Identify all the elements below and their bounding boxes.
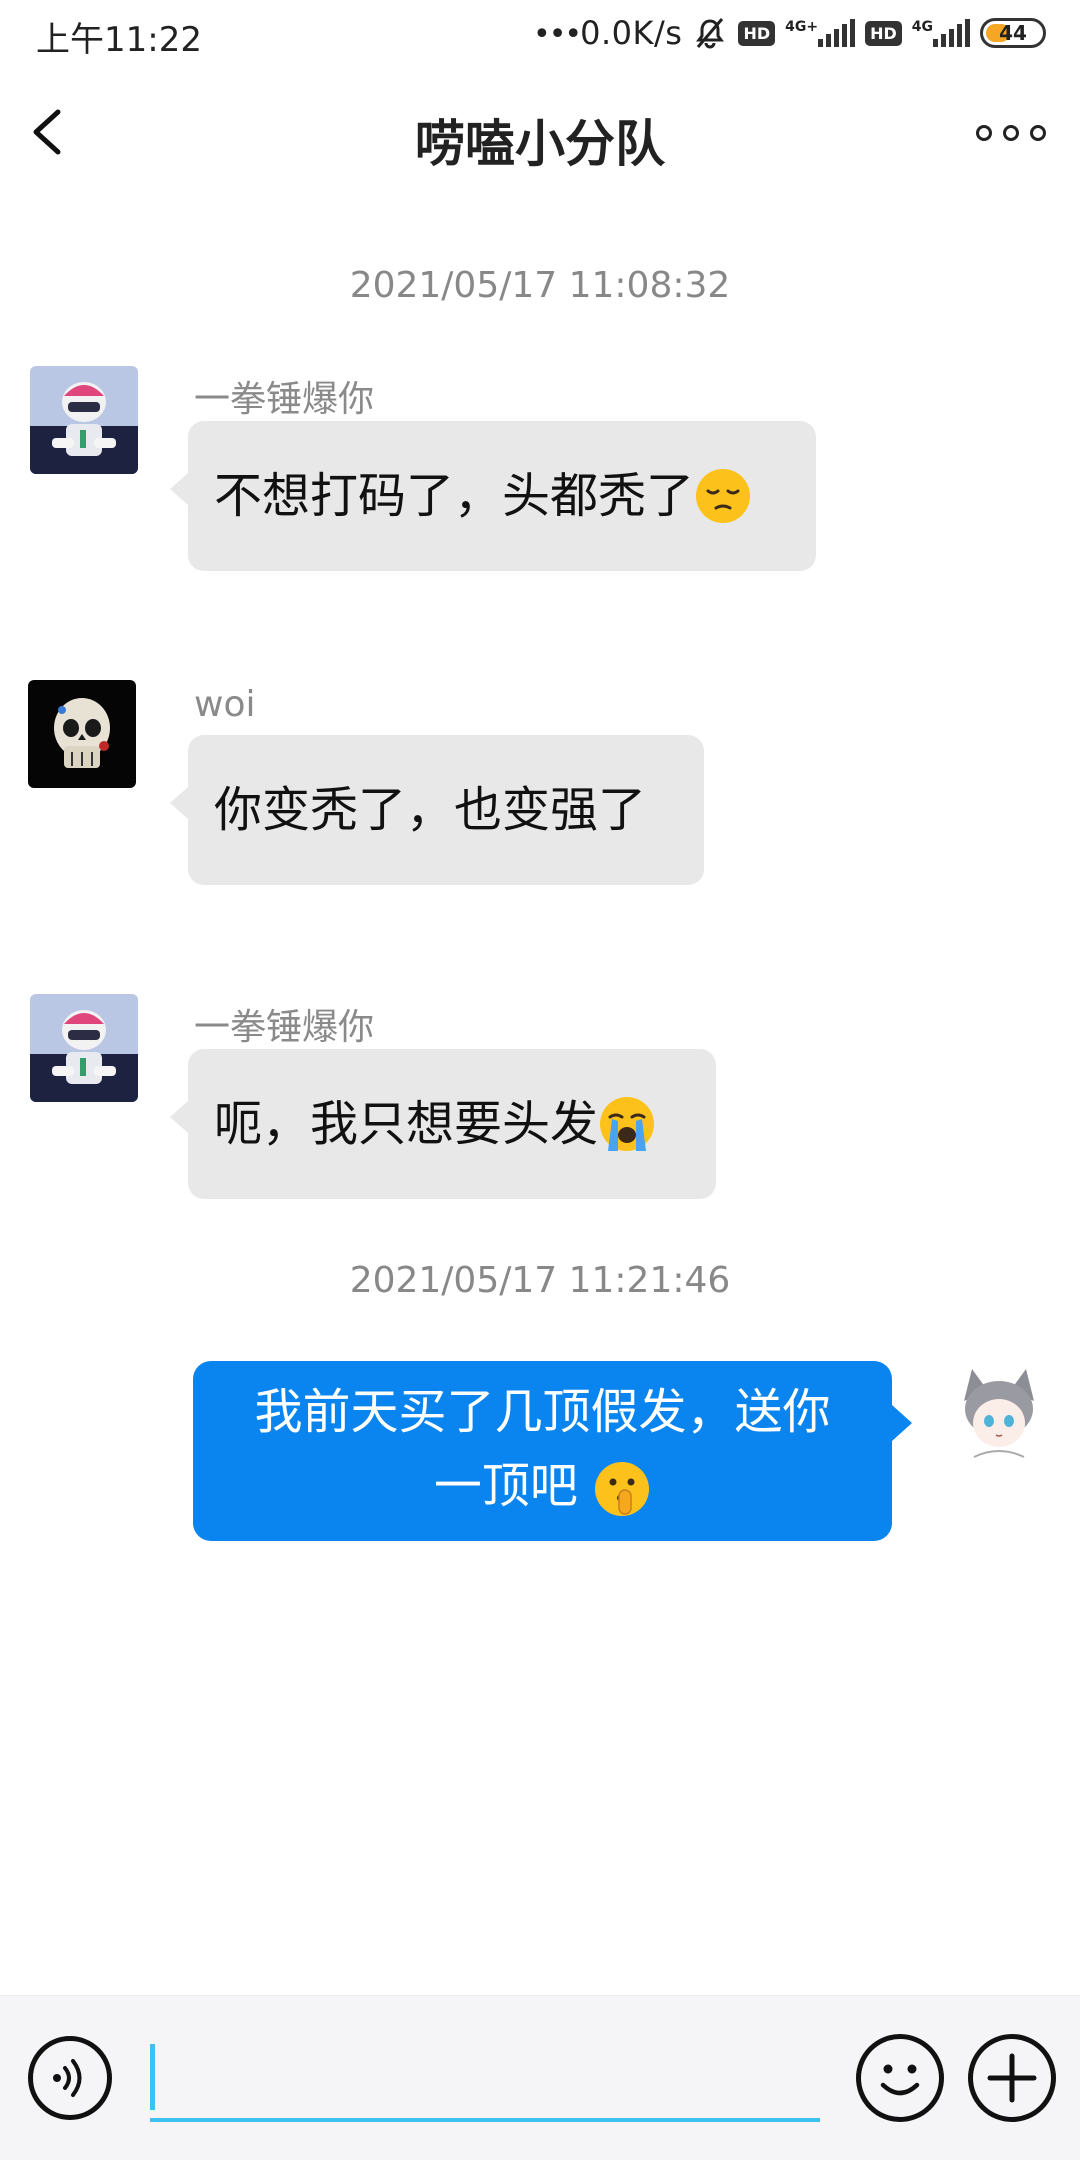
message-timestamp: 2021/05/17 11:21:46 [349,1260,731,1301]
shushing-face-icon [595,1462,650,1516]
message-text-line2: 一顶吧 [223,1449,862,1523]
avatar-self[interactable] [944,1361,1054,1471]
hd-badge: HD [865,20,902,46]
network-speed-value: 0.0K/s [580,14,683,52]
emoji-button[interactable] [856,2034,944,2122]
voice-button[interactable] [28,2036,112,2120]
chat-title: 唠嗑小分队 [415,115,665,173]
signal-bars-icon [933,19,970,47]
net-type-label: 4G+ [785,19,819,35]
text-caret [150,2044,155,2110]
bell-muted-icon [696,18,725,49]
signal-1: 4G+ [785,19,856,47]
message-text: 你变秃了，也变强了 [214,782,647,838]
speed-dots-icon: ••• [533,17,582,52]
more-dot [1003,125,1019,141]
robot-avatar-icon [30,994,138,1102]
message-bubble[interactable]: 你变秃了，也变强了 [170,735,704,885]
net-type-label: 4G [911,19,933,35]
more-dot [976,125,992,141]
message-text: 一顶吧 [433,1458,578,1514]
robot-avatar-icon [30,366,138,474]
plus-button[interactable] [968,2034,1056,2122]
message-text: 我前天买了几顶假发，送你 [254,1384,831,1440]
chat-header: 唠嗑小分队 [0,70,1080,200]
sender-name: woi [194,684,256,725]
hd-badge: HD [738,20,776,46]
message-bubble[interactable]: 不想打码了，头都秃了 [170,421,816,571]
smiley-icon [880,2064,920,2096]
avatar-yiquan[interactable] [30,366,138,474]
more-button[interactable] [976,118,1046,148]
signal-2: 4G [912,19,970,47]
message-bubble-outgoing[interactable]: 我前天买了几顶假发，送你 一顶吧 [193,1361,912,1541]
loudly-crying-face-icon [600,1097,655,1151]
message-bubble[interactable]: 呃，我只想要头发 [170,1049,716,1199]
battery-icon: 44 [980,18,1046,48]
input-bar [0,1995,1080,2160]
avatar-woi[interactable] [28,680,136,788]
message-list[interactable]: 2021/05/17 11:08:32 一拳锤爆你 不想打码了，头都秃了 woi… [0,200,1080,1995]
plus-icon [987,2053,1037,2103]
voice-icon [53,2059,82,2097]
avatar-yiquan[interactable] [30,994,138,1102]
status-bar: 上午11:22 •••0.0K/s HD 4G+ HD 4G 44 [0,0,1080,70]
message-timestamp: 2021/05/17 11:08:32 [349,265,731,306]
sender-name: 一拳锤爆你 [194,379,375,420]
signal-bars-icon [818,19,856,47]
status-time: 上午11:22 [36,20,202,60]
pensive-face-icon [696,469,751,523]
message-input[interactable] [150,2036,820,2122]
cat-boy-avatar-icon [944,1361,1054,1471]
battery-level: 44 [999,21,1027,45]
status-icons: •••0.0K/s HD 4G+ HD 4G 44 [533,12,1046,54]
network-speed: •••0.0K/s [533,14,682,52]
sender-name: 一拳锤爆你 [194,1007,375,1048]
skull-avatar-icon [28,680,136,788]
message-text: 不想打码了，头都秃了 [214,468,695,524]
message-text: 呃，我只想要头发 [214,1096,599,1152]
more-dot [1030,125,1046,141]
